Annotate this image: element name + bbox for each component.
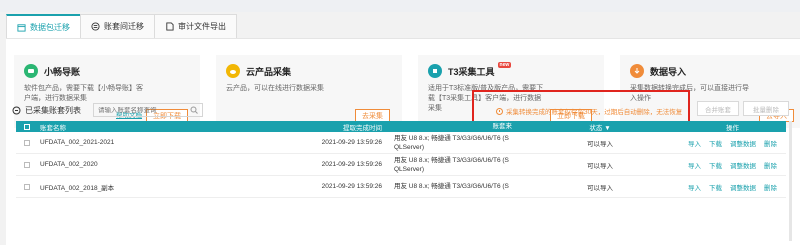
import-link[interactable]: 导入 — [688, 160, 701, 170]
top-strip — [0, 0, 800, 12]
header-actions: 操作 — [726, 124, 739, 132]
warning-icon — [496, 107, 503, 115]
tab-package-migration[interactable]: 数据包迁移 — [6, 14, 81, 38]
account-table: 账套名称 提取完成时间 账套来 状态 ▼ 操作 UFDATA_002_2021-… — [16, 121, 786, 198]
table-row: UFDATA_002_2020 2021-09-29 13:59:26 用友 U8 … — [16, 154, 786, 176]
table-body: UFDATA_002_2021-2021 2021-09-29 13:59:26 用… — [16, 132, 786, 198]
card-desc: 软件包产品，需要下载【小畅导账】客户端，进行数据采集 — [24, 85, 143, 102]
table-row: UFDATA_002_2021-2021 2021-09-29 13:59:26 用… — [16, 132, 786, 154]
cloud-icon — [226, 64, 240, 78]
tab-label: 审计文件导出 — [178, 22, 226, 31]
row-checkbox[interactable] — [24, 183, 30, 190]
tab-audit-export[interactable]: 审计文件导出 — [154, 14, 237, 38]
source-line-1: 用友 U8 8.x; 畅捷通 T3/G3/G6/U6/T6 (S — [394, 183, 509, 190]
finish-time: 2021-09-29 13:59:26 — [321, 139, 382, 146]
source-line-1: 用友 U8 8.x; 畅捷通 T3/G3/G6/U6/T6 (S — [394, 134, 509, 142]
card-desc: 云产品，可以在线进行数据采集 — [226, 85, 324, 92]
delete-link[interactable]: 删除 — [764, 160, 777, 170]
account-source: 用友 U8 8.x; 畅捷通 T3/G3/G6/U6/T6 (S QLServer… — [388, 156, 530, 174]
filter-icon[interactable]: ▼ — [604, 125, 610, 132]
row-actions: 导入 下载 调整数据 删除 — [670, 182, 786, 192]
header-status: 状态 ▼ — [530, 122, 670, 132]
search-box[interactable] — [93, 103, 203, 117]
account-name: UFDATA_002_2018_副本 — [40, 184, 115, 192]
account-source: 用友 U8 8.x; 畅捷通 T3/G3/G6/U6/T6 (S QLServer… — [388, 134, 530, 152]
download-link[interactable]: 下载 — [709, 182, 722, 192]
source-line-2: QLServer) — [394, 165, 424, 173]
card-title: T3采集工具 — [448, 66, 495, 77]
card-title: 数据导入 — [650, 66, 687, 77]
batch-delete-button[interactable]: 批量删除 — [743, 101, 789, 116]
tab-account-migration[interactable]: 账套间迁移 — [80, 14, 155, 38]
status-text: 可以导入 — [587, 140, 613, 148]
search-icon[interactable] — [190, 106, 198, 114]
import-icon — [630, 64, 644, 78]
import-link[interactable]: 导入 — [688, 182, 701, 192]
tab-label: 账套间迁移 — [104, 22, 144, 31]
adjust-data-link[interactable]: 调整数据 — [730, 160, 756, 170]
new-badge: new — [497, 62, 512, 68]
chat-icon — [24, 64, 38, 78]
adjust-data-link[interactable]: 调整数据 — [730, 138, 756, 148]
tool-icon — [428, 64, 442, 78]
header-name: 账套名称 — [40, 124, 66, 132]
finish-time: 2021-09-29 13:59:26 — [321, 161, 382, 168]
card-title: 云产品采集 — [246, 66, 292, 77]
row-checkbox[interactable] — [24, 139, 30, 146]
document-icon — [166, 22, 174, 31]
finish-time: 2021-09-29 13:59:26 — [321, 183, 382, 190]
delete-link[interactable]: 删除 — [764, 138, 777, 148]
header-status-label: 状态 — [589, 124, 603, 132]
header-source: 账套来 — [492, 123, 513, 130]
download-link[interactable]: 下载 — [709, 160, 722, 170]
retention-warning: 采集转换完成的账套仅保留30天，过期后自动删除，无法恢复 — [496, 106, 682, 116]
row-actions: 导入 下载 调整数据 删除 — [670, 138, 786, 148]
status-text: 可以导入 — [587, 184, 613, 192]
tab-label: 数据包迁移 — [30, 22, 70, 32]
source-line-2: QLServer) — [394, 143, 424, 151]
row-actions: 导入 下载 调整数据 删除 — [670, 160, 786, 170]
import-link[interactable]: 导入 — [688, 138, 701, 148]
row-checkbox[interactable] — [24, 161, 30, 168]
download-link[interactable]: 下载 — [709, 138, 722, 148]
table-header: 账套名称 提取完成时间 账套来 状态 ▼ 操作 — [16, 121, 786, 132]
card-title: 小畅导账 — [44, 66, 81, 77]
list-icon — [12, 106, 21, 114]
tab-bar: 数据包迁移 账套间迁移 审计文件导出 — [6, 14, 237, 38]
select-all-checkbox[interactable] — [24, 123, 30, 130]
account-source: 用友 U8 8.x; 畅捷通 T3/G3/G6/U6/T6 (S — [388, 182, 530, 191]
account-name: UFDATA_002_2020 — [40, 161, 98, 168]
scrollbar[interactable] — [789, 121, 792, 241]
list-title: 已采集账套列表 — [25, 105, 81, 115]
header-time: 提取完成时间 — [343, 124, 382, 132]
package-icon — [17, 23, 26, 32]
account-name: UFDATA_002_2021-2021 — [40, 139, 115, 146]
status-text: 可以导入 — [587, 162, 613, 170]
merge-button[interactable]: 合并账套 — [697, 101, 739, 116]
list-label: 已采集账套列表 — [12, 105, 81, 116]
source-line-1: 用友 U8 8.x; 畅捷通 T3/G3/G6/U6/T6 (S — [394, 156, 509, 164]
delete-link[interactable]: 删除 — [764, 182, 777, 192]
search-input[interactable] — [98, 106, 188, 114]
table-row: UFDATA_002_2018_副本 2021-09-29 13:59:26 用友 … — [16, 176, 786, 198]
adjust-data-link[interactable]: 调整数据 — [730, 182, 756, 192]
warning-text: 采集转换完成的账套仅保留30天，过期后自动删除，无法恢复 — [506, 109, 683, 116]
transfer-icon — [91, 22, 100, 31]
